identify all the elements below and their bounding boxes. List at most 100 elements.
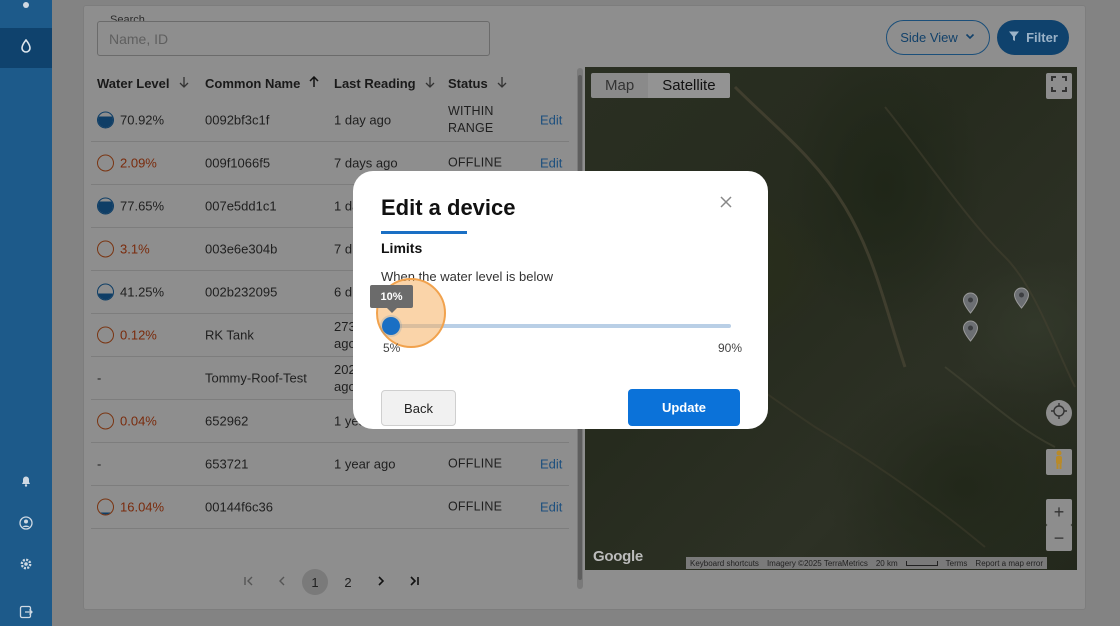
report-map-error-link[interactable]: Report a map error	[975, 559, 1043, 568]
sidebar-item-settings[interactable]	[0, 546, 52, 586]
map-pin-icon[interactable]	[1013, 287, 1030, 309]
user-icon	[19, 515, 33, 535]
table-row[interactable]: 16.04% 00144f6c36 OFFLINE Edit	[91, 486, 569, 529]
side-view-label: Side View	[900, 30, 958, 45]
sidebar-item-notifications[interactable]	[0, 463, 52, 503]
search-field[interactable]	[97, 21, 490, 56]
edit-link[interactable]: Edit	[540, 457, 562, 472]
dot-icon	[19, 0, 33, 15]
fullscreen-button[interactable]	[1046, 73, 1072, 99]
back-button[interactable]: Back	[381, 390, 456, 426]
gear-icon	[19, 557, 33, 576]
water-level-value: 77.65%	[120, 198, 165, 214]
arrow-down-icon	[496, 76, 508, 91]
slider-max-label: 90%	[718, 341, 743, 355]
search-input[interactable]	[109, 31, 469, 47]
logout-icon	[19, 605, 33, 624]
next-page-button[interactable]	[368, 569, 394, 595]
water-gauge-icon	[97, 283, 114, 301]
header-common-name[interactable]: Common Name	[205, 75, 320, 91]
water-level-cell: -	[97, 456, 102, 472]
last-reading-cell: 1 day ago	[334, 112, 392, 128]
water-gauge-icon	[97, 197, 114, 215]
header-common-name-label: Common Name	[205, 76, 301, 91]
water-gauge-icon	[97, 412, 114, 430]
map-pin-icon[interactable]	[962, 320, 979, 342]
sidebar	[0, 0, 52, 626]
status-cell: WITHIN RANGE	[448, 104, 494, 135]
google-logo: Google	[593, 548, 643, 565]
first-page-button[interactable]	[236, 569, 262, 595]
zoom-in-button[interactable]: +	[1046, 499, 1072, 525]
status-cell: OFFLINE	[448, 456, 503, 471]
slider-thumb[interactable]	[382, 317, 400, 335]
header-last-reading[interactable]: Last Reading	[334, 76, 436, 91]
water-level-cell: 41.25%	[97, 283, 164, 301]
water-gauge-icon	[97, 326, 114, 344]
header-status[interactable]: Status	[448, 76, 508, 91]
common-name-cell: 653721	[205, 456, 249, 472]
camera-control-button[interactable]	[1046, 400, 1072, 426]
scale-bar	[905, 560, 938, 566]
side-view-button[interactable]: Side View	[886, 20, 990, 55]
map-type-satellite-button[interactable]: Satellite	[648, 73, 730, 98]
keyboard-shortcuts-link[interactable]: Keyboard shortcuts	[690, 559, 759, 568]
edit-link[interactable]: Edit	[540, 156, 562, 171]
map-pin-icon[interactable]	[962, 292, 979, 314]
header-water-level-label: Water Level	[97, 76, 170, 91]
status-cell: OFFLINE	[448, 499, 503, 514]
sidebar-item-devices[interactable]	[0, 0, 52, 25]
page-2-button[interactable]: 2	[335, 569, 361, 595]
edit-link[interactable]: Edit	[540, 500, 562, 515]
water-drop-icon	[19, 38, 33, 58]
close-button[interactable]	[717, 193, 735, 211]
update-button[interactable]: Update	[628, 389, 740, 426]
sidebar-item-logout[interactable]	[0, 594, 52, 626]
sidebar-item-water[interactable]	[0, 28, 52, 68]
last-page-button[interactable]	[401, 569, 427, 595]
water-level-value: 0.12%	[120, 327, 157, 343]
imagery-credit: Imagery ©2025 TerraMetrics	[766, 558, 868, 568]
filter-button[interactable]: Filter	[997, 20, 1069, 55]
arrow-down-icon	[178, 76, 190, 91]
first-page-icon	[243, 575, 255, 590]
last-reading-cell: 7 d	[334, 241, 353, 257]
water-level-value: 3.1%	[120, 241, 150, 257]
common-name-cell: 0092bf3c1f	[205, 112, 270, 128]
arrow-down-icon	[424, 76, 436, 91]
pagination: 1 2	[236, 569, 434, 595]
common-name-cell: 007e5dd1c1	[205, 198, 277, 214]
bell-icon	[19, 474, 33, 493]
water-level-cell: 3.1%	[97, 240, 150, 258]
water-level-cell: 2.09%	[97, 154, 157, 172]
table-row[interactable]: - 653721 1 year ago OFFLINE Edit	[91, 443, 569, 486]
slider-value-tooltip: 10%	[370, 285, 413, 313]
header-water-level[interactable]: Water Level	[97, 76, 190, 91]
map-type-map-button[interactable]: Map	[591, 73, 648, 98]
zoom-out-button[interactable]: −	[1046, 525, 1072, 551]
water-gauge-icon	[97, 154, 114, 172]
limits-heading: Limits	[381, 240, 423, 256]
street-view-button[interactable]	[1046, 449, 1072, 475]
table-row[interactable]: 70.92% 0092bf3c1f 1 day ago WITHIN RANGE…	[91, 99, 569, 142]
common-name-cell: 652962	[205, 413, 249, 429]
prev-page-button[interactable]	[269, 569, 295, 595]
common-name-cell: 002b232095	[205, 284, 278, 300]
edit-link[interactable]: Edit	[540, 113, 562, 128]
map-attribution: Keyboard shortcuts Imagery ©2025 TerraMe…	[686, 557, 1048, 569]
water-level-cell: 70.92%	[97, 111, 165, 129]
sidebar-item-account[interactable]	[0, 505, 52, 545]
status-cell: OFFLINE	[448, 155, 503, 170]
last-reading-cell: 6 d	[334, 284, 353, 300]
water-level-cell: -	[97, 370, 102, 386]
water-level-cell: 0.04%	[97, 412, 157, 430]
water-level-value: 70.92%	[120, 112, 165, 128]
page-1-button[interactable]: 1	[302, 569, 328, 595]
move-icon	[1051, 402, 1067, 424]
common-name-cell: 009f1066f5	[205, 155, 271, 171]
terms-link[interactable]: Terms	[946, 559, 968, 568]
filter-icon	[1008, 30, 1020, 45]
common-name-cell: 003e6e304b	[205, 241, 278, 257]
pegman-icon	[1053, 450, 1065, 475]
arrow-up-icon	[308, 75, 320, 91]
